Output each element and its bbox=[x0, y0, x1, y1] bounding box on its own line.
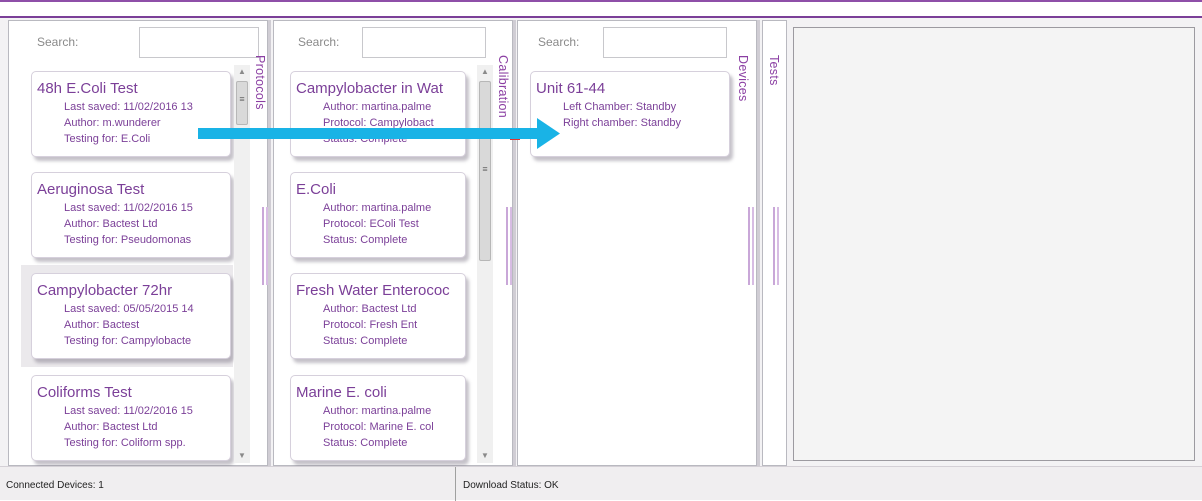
protocol-title: 48h E.Coli Test bbox=[37, 80, 138, 97]
calibration-title: Marine E. coli bbox=[296, 384, 387, 401]
protocol-testing-for: Testing for: Campylobacte bbox=[64, 335, 192, 347]
device-card[interactable]: Unit 61-44 Left Chamber: Standby Right c… bbox=[530, 71, 730, 157]
protocol-last-saved: Last saved: 11/02/2016 15 bbox=[64, 405, 193, 417]
calibration-card[interactable]: Campylobacter in Wat Author: martina.pal… bbox=[290, 71, 466, 157]
protocol-card[interactable]: Coliforms Test Last saved: 11/02/2016 15… bbox=[31, 375, 231, 461]
panel-resize-grip[interactable] bbox=[506, 207, 508, 285]
protocol-title: Coliforms Test bbox=[37, 384, 132, 401]
scroll-thumb[interactable]: ≡ bbox=[479, 81, 491, 261]
protocols-search-label: Search: bbox=[37, 35, 79, 49]
panel-divider bbox=[513, 20, 516, 466]
panel-resize-grip[interactable] bbox=[262, 207, 264, 285]
protocol-last-saved: Last saved: 11/02/2016 13 bbox=[64, 101, 193, 113]
device-left-chamber: Left Chamber: Standby bbox=[563, 101, 677, 113]
protocol-author: Author: Bactest Ltd bbox=[64, 421, 158, 433]
protocol-card[interactable]: 48h E.Coli Test Last saved: 11/02/2016 1… bbox=[31, 71, 231, 157]
protocol-card[interactable]: Campylobacter 72hr Last saved: 05/05/201… bbox=[31, 273, 231, 359]
status-bar: Connected Devices: 1 Download Status: OK bbox=[0, 466, 1202, 501]
calibration-status: Status: Complete bbox=[323, 335, 408, 347]
panel-resize-grip[interactable] bbox=[773, 207, 775, 285]
calibration-author: Author: martina.palme bbox=[323, 405, 432, 417]
tab-protocols[interactable]: Protocols bbox=[253, 55, 267, 110]
calibration-search-label: Search: bbox=[298, 35, 340, 49]
tests-tab-strip: Tests bbox=[762, 20, 787, 466]
panel-divider bbox=[757, 20, 760, 466]
tab-calibration[interactable]: Calibration bbox=[496, 55, 510, 118]
scroll-thumb[interactable]: ≡ bbox=[236, 81, 248, 125]
calibration-status: Status: Complete bbox=[323, 437, 408, 449]
scroll-down-icon[interactable]: ▼ bbox=[234, 449, 250, 463]
calibration-card[interactable]: Fresh Water Enterococ Author: Bactest Lt… bbox=[290, 273, 466, 359]
calibration-protocol: Protocol: Marine E. col bbox=[323, 421, 434, 433]
devices-panel: Search: Unit 61-44 Left Chamber: Standby… bbox=[517, 20, 757, 466]
thumb-grip-icon: ≡ bbox=[239, 94, 245, 104]
calibration-panel: Search: Campylobacter in Wat Author: mar… bbox=[273, 20, 513, 466]
calibration-title: E.Coli bbox=[296, 181, 337, 198]
protocols-panel: Search: 48h E.Coli Test Last saved: 11/0… bbox=[8, 20, 268, 466]
calibration-title: Fresh Water Enterococ bbox=[296, 282, 450, 299]
protocol-title: Aeruginosa Test bbox=[37, 181, 145, 198]
calibration-search-input[interactable] bbox=[362, 27, 486, 58]
protocol-card[interactable]: Aeruginosa Test Last saved: 11/02/2016 1… bbox=[31, 172, 231, 258]
devices-search-label: Search: bbox=[538, 35, 580, 49]
protocol-testing-for: Testing for: Coliform spp. bbox=[64, 437, 186, 449]
calibration-author: Author: martina.palme bbox=[323, 101, 432, 113]
calibration-protocol: Protocol: Fresh Ent bbox=[323, 319, 418, 331]
protocol-author: Author: m.wunderer bbox=[64, 117, 161, 129]
protocols-search-input[interactable] bbox=[139, 27, 259, 58]
calibration-author: Author: Bactest Ltd bbox=[323, 303, 417, 315]
protocol-testing-for: Testing for: Pseudomonas bbox=[64, 234, 192, 246]
calibration-protocol: Protocol: EColi Test bbox=[323, 218, 419, 230]
scroll-up-icon[interactable]: ▲ bbox=[234, 65, 250, 79]
protocol-last-saved: Last saved: 05/05/2015 14 bbox=[64, 303, 194, 315]
tab-devices[interactable]: Devices bbox=[736, 55, 750, 102]
thumb-grip-icon: ≡ bbox=[482, 164, 488, 174]
protocol-author: Author: Bactest Ltd bbox=[64, 218, 158, 230]
calibration-card[interactable]: Marine E. coli Author: martina.palme Pro… bbox=[290, 375, 466, 461]
device-title: Unit 61-44 bbox=[536, 80, 606, 97]
panel-divider bbox=[268, 20, 271, 466]
download-status: Download Status: OK bbox=[463, 480, 559, 491]
app-window: Search: 48h E.Coli Test Last saved: 11/0… bbox=[0, 0, 1202, 501]
calibration-status: Status: Complete bbox=[323, 133, 408, 145]
protocols-scrollbar[interactable]: ▲ ≡ ▼ bbox=[234, 65, 250, 463]
status-separator bbox=[455, 467, 456, 501]
connected-devices-status: Connected Devices: 1 bbox=[6, 480, 104, 491]
protocol-last-saved: Last saved: 11/02/2016 15 bbox=[64, 202, 193, 214]
calibration-status: Status: Complete bbox=[323, 234, 408, 246]
device-right-chamber: Right chamber: Standby bbox=[563, 117, 682, 129]
protocol-testing-for: Testing for: E.Coli bbox=[64, 133, 151, 145]
scroll-down-icon[interactable]: ▼ bbox=[477, 449, 493, 463]
calibration-protocol: Protocol: Campylobact bbox=[323, 117, 434, 129]
calibration-card[interactable]: E.Coli Author: martina.palme Protocol: E… bbox=[290, 172, 466, 258]
scroll-up-icon[interactable]: ▲ bbox=[477, 65, 493, 79]
top-accent-bar bbox=[0, 0, 1202, 18]
calibration-title: Campylobacter in Wat bbox=[296, 80, 443, 97]
devices-search-input[interactable] bbox=[603, 27, 727, 58]
calibration-scrollbar[interactable]: ▲ ≡ ▼ bbox=[477, 65, 493, 463]
protocol-author: Author: Bactest bbox=[64, 319, 140, 331]
calibration-author: Author: martina.palme bbox=[323, 202, 432, 214]
protocol-title: Campylobacter 72hr bbox=[37, 282, 173, 299]
panel-resize-grip[interactable] bbox=[748, 207, 750, 285]
tests-panel[interactable] bbox=[793, 27, 1195, 461]
tab-tests[interactable]: Tests bbox=[767, 55, 781, 86]
